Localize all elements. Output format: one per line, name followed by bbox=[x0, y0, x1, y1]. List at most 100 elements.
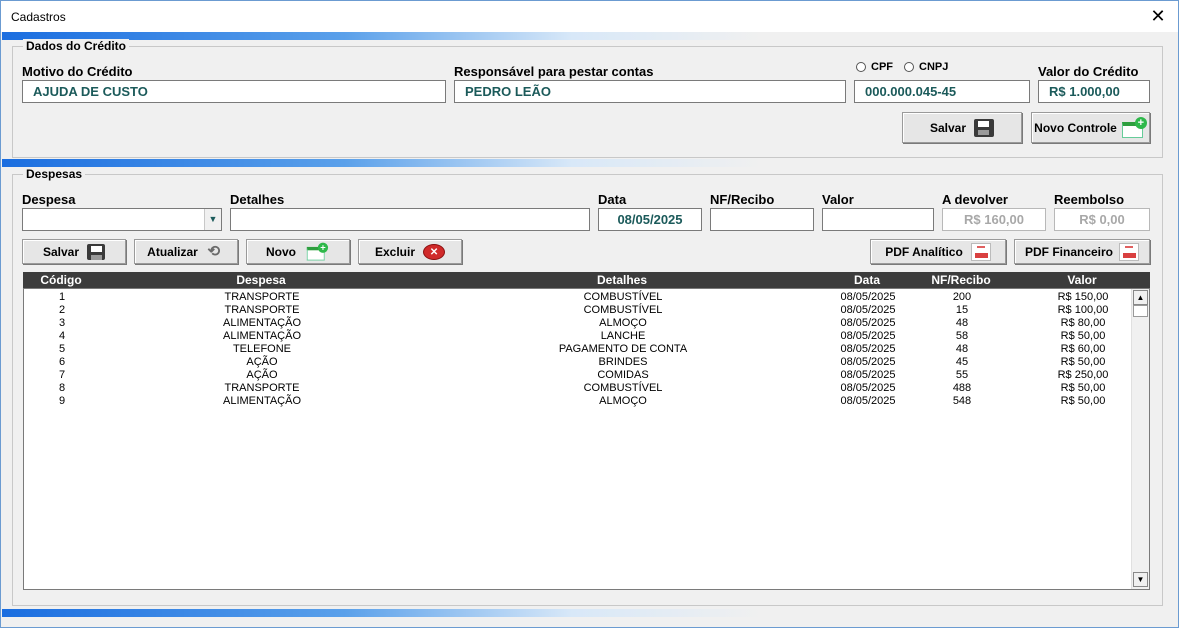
motivo-label: Motivo do Crédito bbox=[22, 64, 133, 79]
table-row[interactable]: 5 TELEFONE PAGAMENTO DE CONTA 08/05/2025 48 R… bbox=[24, 343, 1132, 356]
table-row[interactable]: 9 ALIMENTAÇÃO ALMOÇO 08/05/2025 548 R$ 50,00 bbox=[24, 395, 1132, 408]
cnpj-radio[interactable]: CNPJ bbox=[904, 61, 948, 73]
expenses-grid-header: Código Despesa Detalhes Data NF/Recibo V… bbox=[23, 272, 1150, 288]
cell-codigo: 5 bbox=[58, 343, 66, 355]
title-bar: Cadastros ✕ bbox=[1, 1, 1178, 32]
middle-gradient-stripe bbox=[2, 159, 762, 167]
cnpj-radio-label: CNPJ bbox=[919, 61, 949, 73]
cell-valor: R$ 50,00 bbox=[1060, 395, 1106, 407]
cell-detalhes: COMBUSTÍVEL bbox=[583, 382, 663, 394]
cell-despesa: ALIMENTAÇÃO bbox=[222, 395, 302, 407]
cell-detalhes: COMBUSTÍVEL bbox=[583, 291, 663, 303]
cpf-radio-label: CPF bbox=[871, 61, 893, 73]
cell-data: 08/05/2025 bbox=[840, 343, 896, 355]
valor-label: Valor bbox=[822, 192, 854, 207]
cell-valor: R$ 100,00 bbox=[1057, 304, 1109, 316]
delete-button[interactable]: Excluir ✕ bbox=[358, 239, 462, 264]
pdf-financial-button-label: PDF Financeiro bbox=[1024, 244, 1113, 259]
cpf-radio[interactable]: CPF bbox=[856, 61, 893, 73]
scroll-thumb[interactable] bbox=[1133, 305, 1148, 317]
new-control-button-label: Novo Controle bbox=[1034, 120, 1117, 135]
column-header-data: Data bbox=[853, 273, 880, 287]
table-row[interactable]: 3 ALIMENTAÇÃO ALMOÇO 08/05/2025 48 R$ 80,00 bbox=[24, 317, 1132, 330]
close-icon[interactable]: ✕ bbox=[1144, 3, 1172, 29]
column-header-codigo: Código bbox=[40, 273, 82, 287]
table-row[interactable]: 7 AÇÃO COMIDAS 08/05/2025 55 R$ 250,00 bbox=[24, 369, 1132, 382]
cadastros-window: Cadastros ✕ Dados do Crédito Motivo do C… bbox=[0, 0, 1179, 628]
table-row[interactable]: 2 TRANSPORTE COMBUSTÍVEL 08/05/2025 15 R$ 100… bbox=[24, 304, 1132, 317]
scroll-down-icon[interactable]: ▼ bbox=[1133, 572, 1148, 587]
reembolso-label: Reembolso bbox=[1054, 192, 1125, 207]
cpf-radio-circle bbox=[856, 62, 866, 72]
cell-valor: R$ 80,00 bbox=[1060, 317, 1106, 329]
save-credit-button[interactable]: Salvar bbox=[902, 112, 1022, 143]
cell-despesa: TRANSPORTE bbox=[224, 291, 300, 303]
nf-field[interactable] bbox=[710, 208, 814, 231]
responsavel-field[interactable]: PEDRO LEÃO bbox=[454, 80, 846, 103]
update-button[interactable]: Atualizar ⟲ bbox=[134, 239, 238, 264]
save-expense-button[interactable]: Salvar bbox=[22, 239, 126, 264]
credit-frame-title: Dados do Crédito bbox=[23, 39, 130, 53]
cell-valor: R$ 250,00 bbox=[1057, 369, 1109, 381]
cell-detalhes: LANCHE bbox=[600, 330, 646, 342]
cell-codigo: 3 bbox=[58, 317, 66, 329]
cell-data: 08/05/2025 bbox=[840, 291, 896, 303]
column-header-nf: NF/Recibo bbox=[931, 273, 991, 287]
expenses-frame-title: Despesas bbox=[23, 167, 86, 181]
reembolso-field: R$ 0,00 bbox=[1054, 208, 1150, 231]
cell-detalhes: BRINDES bbox=[598, 356, 648, 368]
column-header-detalhes: Detalhes bbox=[596, 273, 648, 287]
cell-valor: R$ 60,00 bbox=[1060, 343, 1106, 355]
table-row[interactable]: 4 ALIMENTAÇÃO LANCHE 08/05/2025 58 R$ 50,00 bbox=[24, 330, 1132, 343]
pdf-financial-button[interactable]: PDF Financeiro bbox=[1014, 239, 1150, 264]
vertical-scrollbar[interactable]: ▲ ▼ bbox=[1131, 289, 1149, 589]
table-row[interactable]: 6 AÇÃO BRINDES 08/05/2025 45 R$ 50,00 bbox=[24, 356, 1132, 369]
valor-field[interactable] bbox=[822, 208, 934, 231]
detalhes-field[interactable] bbox=[230, 208, 590, 231]
scroll-up-icon[interactable]: ▲ bbox=[1133, 290, 1148, 305]
new-expense-button[interactable]: Novo + bbox=[246, 239, 350, 264]
devolver-label: A devolver bbox=[942, 192, 1008, 207]
table-row[interactable]: 8 TRANSPORTE COMBUSTÍVEL 08/05/2025 488 R$ 50… bbox=[24, 382, 1132, 395]
cell-data: 08/05/2025 bbox=[840, 356, 896, 368]
pdf-analytic-button-label: PDF Analítico bbox=[885, 244, 963, 259]
new-expense-button-label: Novo bbox=[266, 244, 296, 259]
nf-label: NF/Recibo bbox=[710, 192, 775, 207]
new-control-button[interactable]: Novo Controle + bbox=[1031, 112, 1150, 143]
cell-valor: R$ 150,00 bbox=[1057, 291, 1109, 303]
save-credit-button-label: Salvar bbox=[929, 120, 967, 135]
pdf-file-icon bbox=[1119, 242, 1139, 261]
new-sheet-plus-icon: + bbox=[1121, 116, 1147, 139]
table-row[interactable]: 1 TRANSPORTE COMBUSTÍVEL 08/05/2025 200 R$ 15… bbox=[24, 291, 1132, 304]
pdf-analytic-button[interactable]: PDF Analítico bbox=[870, 239, 1006, 264]
cell-codigo: 9 bbox=[58, 395, 66, 407]
cell-nf: 488 bbox=[952, 382, 972, 394]
cell-codigo: 1 bbox=[58, 291, 66, 303]
cell-despesa: TRANSPORTE bbox=[224, 304, 300, 316]
cell-nf: 55 bbox=[955, 369, 969, 381]
data-field[interactable]: 08/05/2025 bbox=[598, 208, 702, 231]
valor-credito-field[interactable]: R$ 1.000,00 bbox=[1038, 80, 1150, 103]
cell-despesa: ALIMENTAÇÃO bbox=[222, 317, 302, 329]
detalhes-label: Detalhes bbox=[230, 192, 285, 207]
chevron-down-icon[interactable]: ▼ bbox=[204, 209, 221, 230]
documento-field[interactable]: 000.000.045-45 bbox=[854, 80, 1030, 103]
cell-codigo: 7 bbox=[58, 369, 66, 381]
cell-data: 08/05/2025 bbox=[840, 317, 896, 329]
update-button-label: Atualizar bbox=[147, 244, 198, 259]
despesa-select[interactable]: ▼ bbox=[22, 208, 222, 231]
motivo-field[interactable]: AJUDA DE CUSTO bbox=[22, 80, 446, 103]
pdf-file-icon bbox=[970, 242, 991, 261]
data-label: Data bbox=[598, 192, 627, 207]
expenses-list[interactable]: 1 TRANSPORTE COMBUSTÍVEL 08/05/2025 200 R$ 15… bbox=[23, 288, 1150, 590]
cell-codigo: 2 bbox=[58, 304, 66, 316]
new-sheet-plus-icon: + bbox=[306, 242, 329, 261]
cell-nf: 58 bbox=[955, 330, 969, 342]
cell-nf: 548 bbox=[952, 395, 972, 407]
cell-valor: R$ 50,00 bbox=[1060, 330, 1106, 342]
cell-despesa: ALIMENTAÇÃO bbox=[222, 330, 302, 342]
cell-nf: 48 bbox=[955, 343, 969, 355]
cell-data: 08/05/2025 bbox=[840, 382, 896, 394]
cell-nf: 200 bbox=[952, 291, 972, 303]
cell-detalhes: ALMOÇO bbox=[599, 317, 647, 329]
